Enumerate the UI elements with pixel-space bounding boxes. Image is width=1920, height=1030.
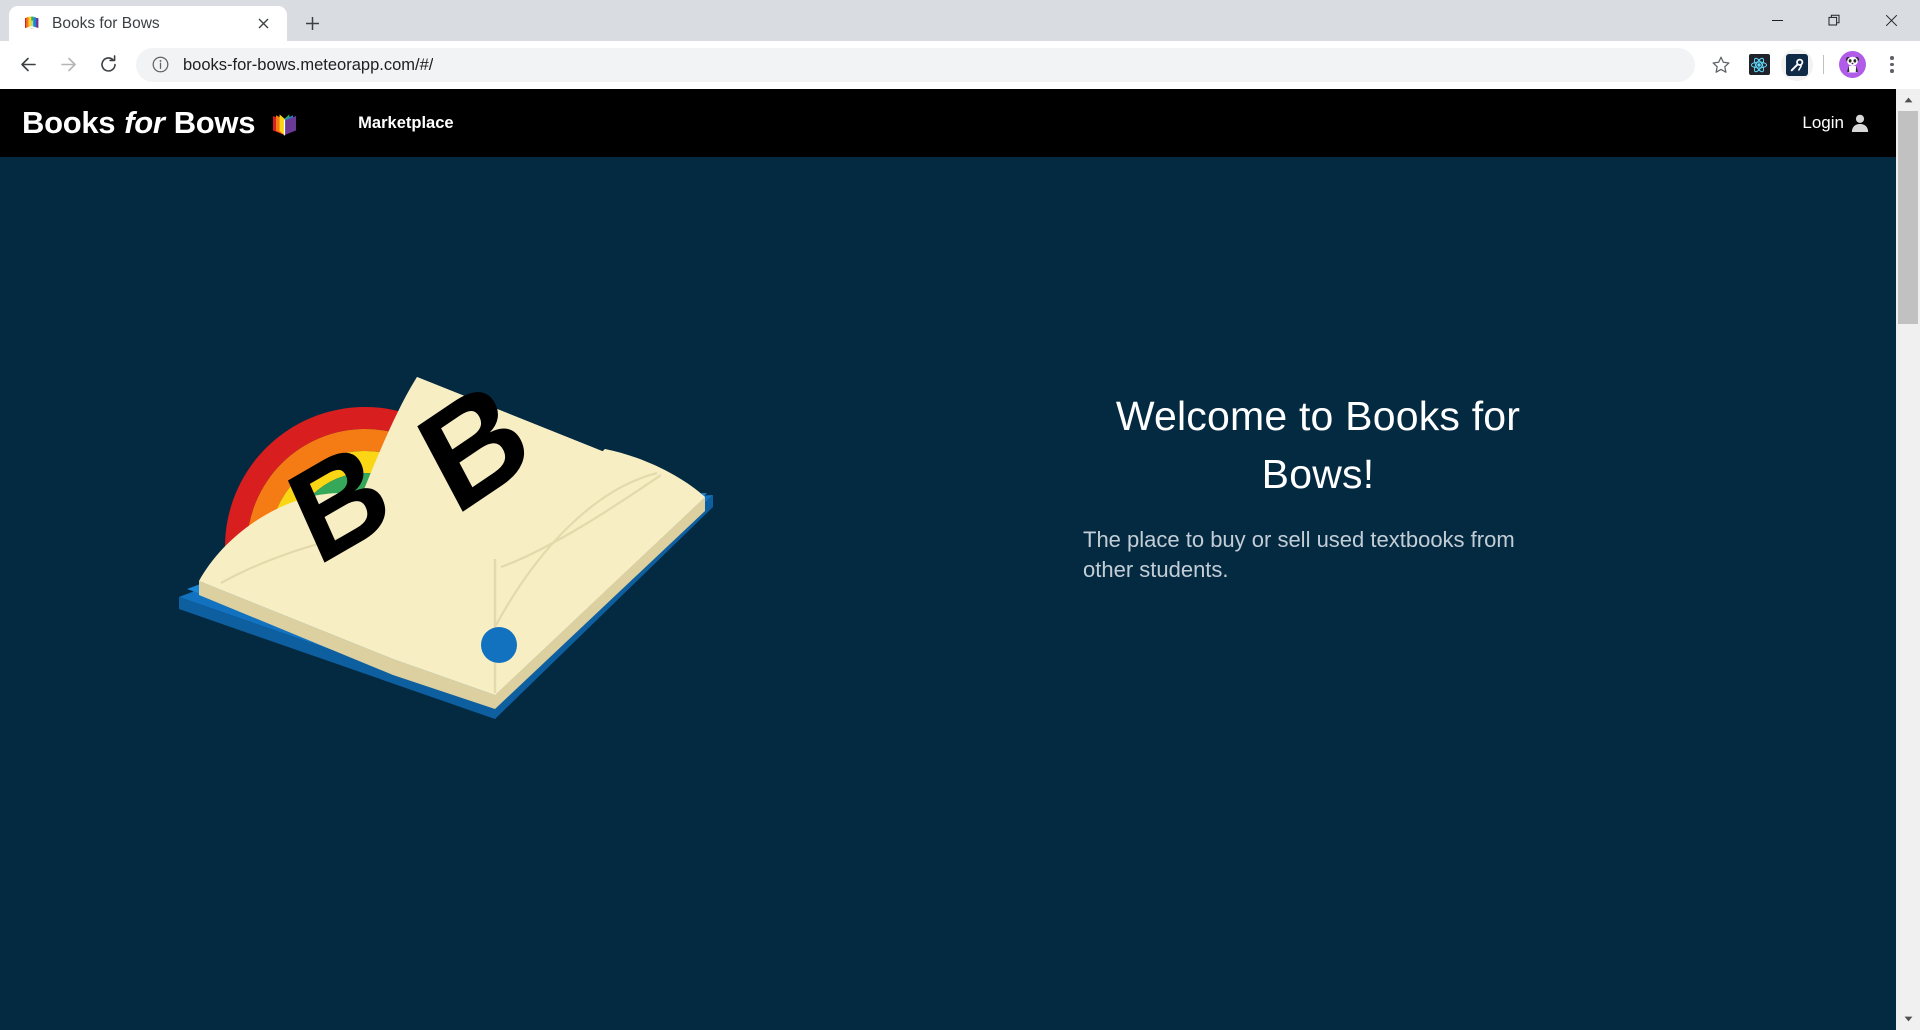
brand-logo[interactable]: Books for Bows [22, 105, 298, 141]
brand-part2: Bows [173, 105, 256, 140]
profile-avatar-button[interactable] [1834, 47, 1870, 83]
react-devtools-icon[interactable] [1741, 47, 1777, 83]
site-navbar: Books for Bows Marketplace Login [0, 89, 1896, 157]
restore-button[interactable] [1806, 0, 1863, 41]
brand-part1: Books [22, 105, 116, 140]
user-icon[interactable] [1850, 113, 1870, 133]
panda-avatar-icon [1838, 51, 1866, 78]
three-dot-menu-icon[interactable] [1874, 47, 1910, 83]
page-viewport: Books for Bows Marketplace Login B B Wel… [0, 89, 1920, 1030]
minimize-button[interactable] [1749, 0, 1806, 41]
page-scrollbar[interactable] [1896, 89, 1920, 1030]
page-title: Welcome to Books for Bows! [1115, 393, 1521, 498]
brand-italic: for [124, 105, 165, 140]
web-page: Books for Bows Marketplace Login B B Wel… [0, 89, 1896, 1030]
nav-right: Login [1802, 113, 1870, 133]
hero-illustration: B B [0, 327, 860, 727]
tab-title: Books for Bows [52, 14, 160, 32]
browser-window: Books for Bows books-for-bows.meteorapp.… [0, 0, 1920, 1030]
address-bar[interactable]: books-for-bows.meteorapp.com/#/ [136, 47, 1695, 82]
nav-links: Marketplace [358, 114, 453, 133]
forward-button[interactable] [48, 45, 88, 85]
scrollbar-thumb[interactable] [1898, 111, 1918, 324]
scrollbar-track[interactable] [1896, 111, 1920, 1008]
toolbar-divider [1823, 55, 1824, 74]
open-book-rainbow-illustration: B B [179, 348, 713, 719]
meteor-devtools-icon[interactable] [1779, 47, 1815, 83]
login-label[interactable]: Login [1802, 113, 1844, 133]
sidebar-item-marketplace[interactable]: Marketplace [358, 114, 453, 133]
hero-section: B B Welcome to Books for Bows! The place… [0, 157, 1896, 1030]
reload-button[interactable] [88, 45, 128, 85]
tab-close-button[interactable] [252, 12, 275, 35]
browser-title-bar: Books for Bows [0, 0, 1920, 41]
browser-toolbar: books-for-bows.meteorapp.com/#/ [0, 41, 1920, 89]
brand-name: Books for Bows [22, 105, 255, 141]
page-subtitle: The place to buy or sell used textbooks … [1083, 527, 1515, 582]
rainbow-book-icon [271, 110, 298, 137]
hero-copy: Welcome to Books for Bows! The place to … [860, 327, 1896, 584]
close-window-button[interactable] [1863, 0, 1920, 41]
new-tab-button[interactable] [295, 6, 329, 40]
info-circle-icon[interactable] [151, 55, 170, 74]
back-button[interactable] [8, 45, 48, 85]
tab-strip: Books for Bows [0, 0, 329, 41]
browser-tab[interactable]: Books for Bows [9, 6, 287, 41]
bookmark-star-icon[interactable] [1703, 47, 1739, 83]
window-controls [1749, 0, 1920, 41]
scroll-up-arrow-icon[interactable] [1896, 89, 1920, 111]
scroll-down-arrow-icon[interactable] [1896, 1008, 1920, 1030]
url-text[interactable]: books-for-bows.meteorapp.com/#/ [183, 55, 433, 75]
rainbow-book-icon [23, 15, 41, 32]
